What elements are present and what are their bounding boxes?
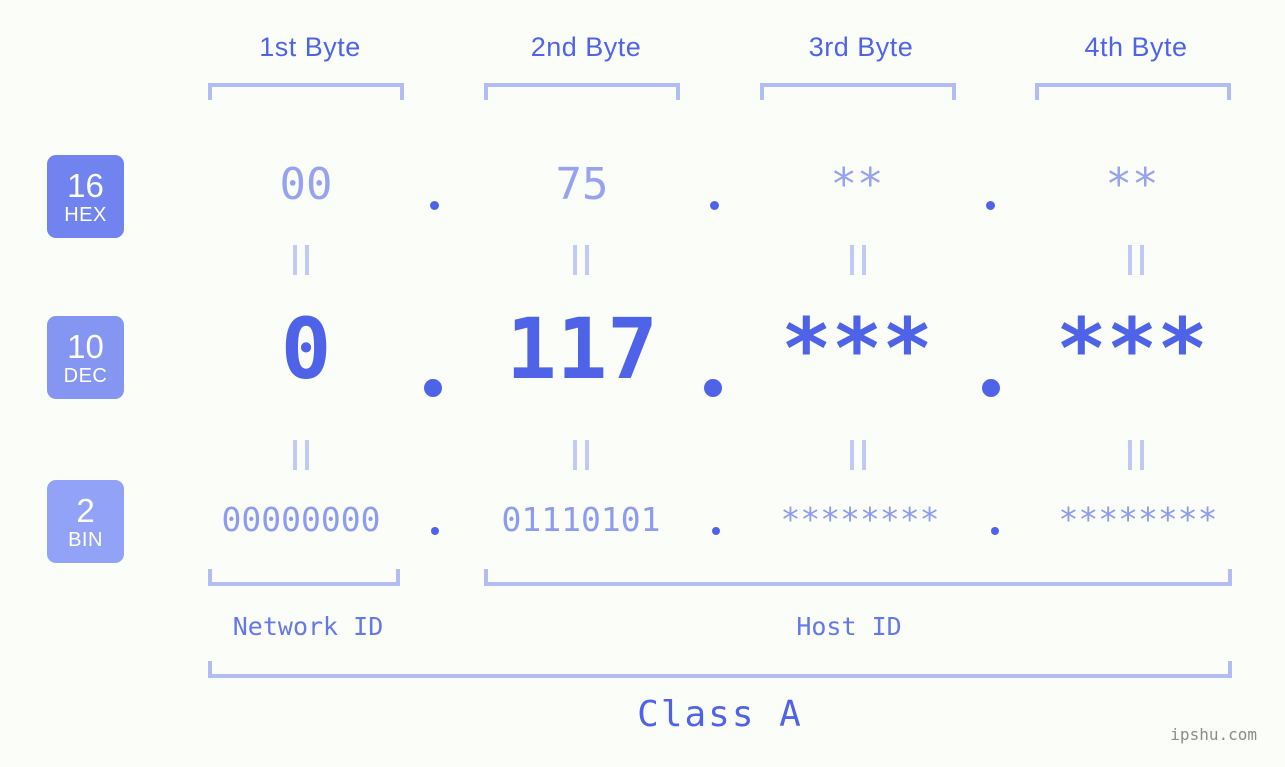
equals-icon-2-1 [293, 440, 309, 470]
equals-icon-2-2 [573, 440, 589, 470]
ip-address-breakdown-diagram: 1st Byte 2nd Byte 3rd Byte 4th Byte 16 H… [0, 0, 1285, 767]
dec-byte-value-2: 117 [506, 300, 658, 398]
base-badge-dec: 10 DEC [47, 316, 124, 399]
hex-separator-dot-2 [710, 201, 719, 210]
bin-byte-value-2: 01110101 [501, 500, 661, 539]
byte-header-label-2: 2nd Byte [530, 32, 642, 62]
byte-bracket-3 [760, 83, 956, 100]
bin-separator-dot-2 [712, 527, 720, 535]
hex-byte-value-4: ** [1105, 159, 1159, 210]
equals-icon-2-4 [1128, 440, 1144, 470]
dec-byte-value-4: *** [1056, 300, 1208, 398]
bin-separator-dot-1 [431, 527, 439, 535]
base-badge-hex: 16 HEX [47, 155, 124, 238]
network-id-label: Network ID [232, 612, 384, 641]
class-label: Class A [637, 694, 803, 735]
site-watermark: ipshu.com [1170, 725, 1257, 744]
byte-bracket-4 [1035, 83, 1231, 100]
byte-bracket-2 [484, 83, 680, 100]
equals-icon-1-3 [850, 245, 866, 275]
host-id-label: Host ID [796, 612, 902, 641]
bin-byte-value-1: 00000000 [221, 500, 381, 539]
hex-separator-dot-1 [430, 201, 439, 210]
equals-icon-1-2 [573, 245, 589, 275]
base-badge-bin-unit: BIN [68, 528, 103, 551]
base-badge-hex-unit: HEX [64, 203, 107, 226]
base-badge-bin: 2 BIN [47, 480, 124, 563]
host-id-bracket [484, 569, 1232, 586]
dec-separator-dot-3 [982, 379, 1000, 397]
bin-byte-value-3: ******** [780, 500, 940, 539]
network-id-bracket [208, 569, 400, 586]
equals-icon-2-3 [850, 440, 866, 470]
bin-separator-dot-3 [991, 527, 999, 535]
dec-separator-dot-1 [424, 379, 442, 397]
dec-byte-value-3: *** [781, 300, 933, 398]
byte-header-label-4: 4th Byte [1084, 32, 1188, 62]
hex-separator-dot-3 [986, 201, 995, 210]
base-badge-dec-number: 10 [67, 327, 104, 365]
dec-byte-value-1: 0 [280, 300, 332, 398]
base-badge-hex-number: 16 [67, 166, 104, 204]
byte-bracket-1 [208, 83, 404, 100]
equals-icon-1-1 [293, 245, 309, 275]
base-badge-bin-number: 2 [76, 491, 95, 529]
equals-icon-1-4 [1128, 245, 1144, 275]
dec-separator-dot-2 [704, 379, 722, 397]
byte-header-label-3: 3rd Byte [808, 32, 914, 62]
base-badge-dec-unit: DEC [63, 364, 108, 387]
hex-byte-value-3: ** [830, 159, 884, 210]
hex-byte-value-1: 00 [279, 159, 333, 210]
bin-byte-value-4: ******** [1058, 500, 1218, 539]
class-bracket [208, 661, 1232, 678]
byte-header-label-1: 1st Byte [259, 32, 361, 62]
hex-byte-value-2: 75 [555, 159, 609, 210]
